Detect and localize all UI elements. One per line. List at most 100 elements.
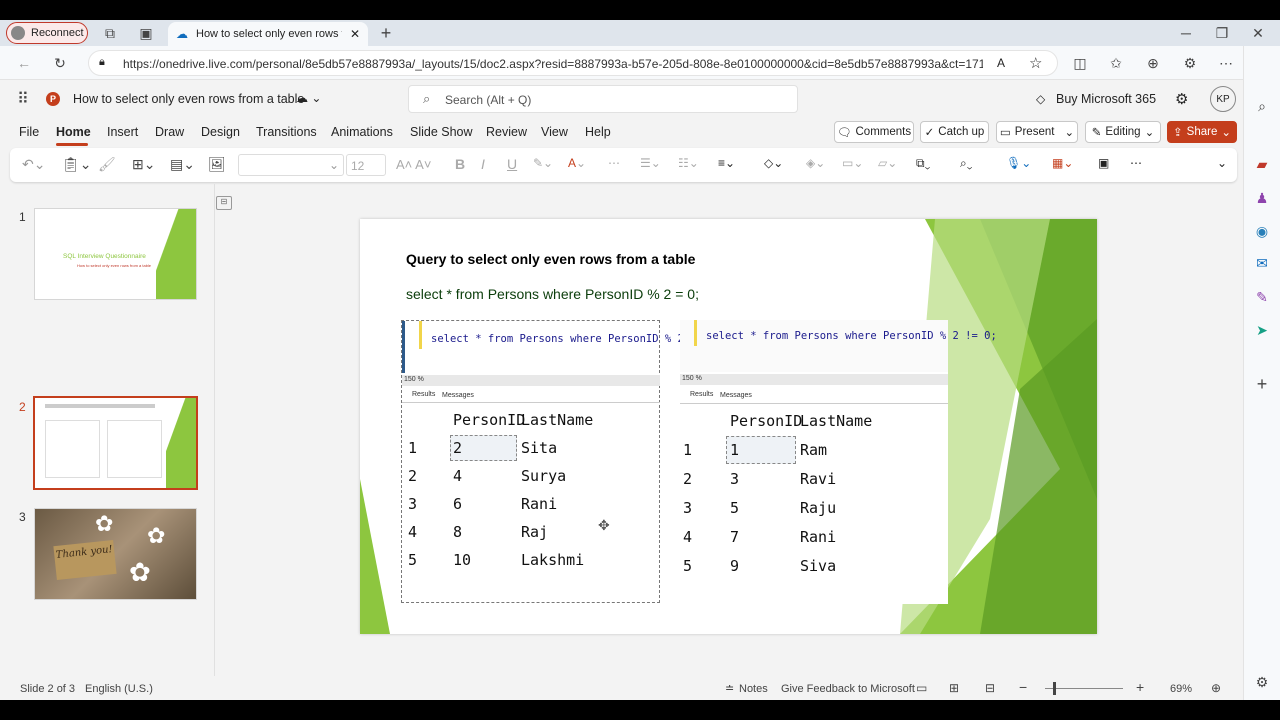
more-icon[interactable]: ⋯	[1216, 54, 1236, 72]
split-screen-icon[interactable]: ◫	[1070, 54, 1090, 72]
tab-view[interactable]: View	[541, 125, 568, 139]
extensions-icon[interactable]: ⚙	[1180, 54, 1200, 72]
app-launcher-icon[interactable]: ⠿	[14, 90, 32, 108]
font-color-icon[interactable]: A⌄	[568, 156, 586, 170]
normal-view-icon[interactable]: ▭	[916, 681, 927, 695]
slide-canvas[interactable]: Query to select only even rows from a ta…	[360, 219, 1097, 634]
fill-icon[interactable]: ◈⌄	[806, 156, 825, 170]
slide-thumbnail-1[interactable]: SQL Interview Questionnaire How to selec…	[34, 208, 197, 300]
avatar[interactable]: KP	[1210, 86, 1236, 112]
designer-icon[interactable]: ✎	[1252, 287, 1272, 307]
workspaces-icon[interactable]: ⧉	[100, 24, 120, 42]
font-family-select[interactable]: ⌄	[238, 154, 344, 176]
highlight-icon[interactable]: ✎⌄	[533, 156, 553, 170]
settings-icon[interactable]: ⚙	[1175, 90, 1188, 108]
collections-icon[interactable]: ⊕	[1143, 54, 1163, 72]
share-button[interactable]: ⇪ Share ⌄	[1167, 121, 1237, 143]
effects-icon[interactable]: ▱⌄	[878, 156, 897, 170]
editing-button[interactable]: ✎ Editing ⌄	[1085, 121, 1161, 143]
close-tab-icon[interactable]: ✕	[350, 27, 360, 41]
align-icon[interactable]: ≡⌄	[718, 156, 735, 170]
tools-icon[interactable]: ▰	[1252, 154, 1272, 174]
zoom-slider[interactable]	[1045, 682, 1123, 695]
bold-icon[interactable]: B	[455, 156, 465, 172]
reconnect-button[interactable]: Reconnect	[6, 22, 88, 44]
slide-query[interactable]: select * from Persons where PersonID % 2…	[406, 286, 699, 302]
back-icon[interactable]: ←	[14, 54, 34, 72]
close-window-icon[interactable]: ✕	[1248, 24, 1268, 42]
restore-icon[interactable]: ❐	[1212, 24, 1232, 42]
shapes-icon[interactable]: ◇⌄	[764, 156, 783, 170]
read-aloud-icon[interactable]: A	[997, 56, 1005, 70]
collapse-ribbon-icon[interactable]: ⌄	[1217, 156, 1227, 170]
games-icon[interactable]: ♟	[1252, 188, 1272, 208]
bullets-icon[interactable]: ☰⌄	[640, 156, 661, 170]
tab-slideshow[interactable]: Slide Show	[410, 125, 473, 139]
more-font-icon[interactable]: ⋯	[608, 156, 620, 170]
layout-icon[interactable]: ▤⌄	[170, 156, 195, 173]
favorite-icon[interactable]: ☆	[1029, 54, 1042, 72]
left-query-screenshot[interactable]: select * from Persons where PersonID % 2…	[401, 320, 715, 603]
tab-actions-icon[interactable]: ▣	[136, 24, 156, 42]
tab-help[interactable]: Help	[585, 125, 611, 139]
tab-animations[interactable]: Animations	[331, 125, 393, 139]
collapse-pane-icon[interactable]: ⊟	[216, 196, 232, 210]
tab-design[interactable]: Design	[201, 125, 240, 139]
zoom-level[interactable]: 69%	[1170, 683, 1192, 695]
doc-title[interactable]: How to select only even rows from a tabl…	[73, 92, 304, 106]
addins-icon[interactable]: ▣	[1098, 156, 1109, 170]
designer-ribbon-icon[interactable]: ▦⌄	[1052, 156, 1073, 170]
new-tab-icon[interactable]: +	[376, 23, 396, 43]
active-tab[interactable]: ☁ How to select only even rows fro ✕	[168, 22, 368, 46]
search-sidebar-icon[interactable]: ⌕	[1252, 96, 1272, 116]
zoom-out-icon[interactable]: −	[1019, 679, 1027, 695]
font-grow-icon[interactable]: A˄ A˅	[396, 157, 431, 172]
dictate-icon[interactable]: 🎙︎⌄	[1006, 156, 1031, 170]
zoom-in-icon[interactable]: +	[1136, 679, 1144, 695]
slide-title[interactable]: Query to select only even rows from a ta…	[406, 251, 695, 267]
notes-button[interactable]: Notes	[739, 683, 768, 695]
outlook-icon[interactable]: ✉	[1252, 253, 1272, 273]
tab-transitions[interactable]: Transitions	[256, 125, 317, 139]
catchup-button[interactable]: ✓ Catch up	[920, 121, 989, 143]
fit-slide-icon[interactable]: ⊕	[1211, 681, 1221, 695]
tab-home[interactable]: Home	[56, 125, 91, 139]
slide-thumbnail-3[interactable]: ✿ ✿ ✿ Thank you!	[34, 508, 197, 600]
numbering-icon[interactable]: ☷⌄	[678, 156, 699, 170]
font-size-select[interactable]: 12	[346, 154, 386, 176]
send-icon[interactable]: ➤	[1252, 320, 1272, 340]
underline-icon[interactable]: U	[507, 156, 517, 172]
tab-file[interactable]: File	[19, 125, 39, 139]
autosave-icon[interactable]: ☁ ⌄	[296, 91, 321, 105]
minimize-icon[interactable]: ─	[1176, 24, 1196, 42]
find-icon[interactable]: ⌕⌄	[960, 156, 972, 171]
tab-review[interactable]: Review	[486, 125, 527, 139]
zoom-thumb[interactable]	[1053, 682, 1056, 695]
office-icon[interactable]: ◉	[1252, 221, 1272, 241]
reading-view-icon[interactable]: ⊟	[985, 681, 995, 695]
picture-icon[interactable]: 🖼︎	[208, 156, 226, 173]
slide-thumbnail-2[interactable]	[33, 396, 198, 490]
right-query-screenshot[interactable]: select * from Persons where PersonID % 2…	[680, 320, 997, 604]
comments-button[interactable]: 🗨︎ Comments	[834, 121, 914, 143]
present-button[interactable]: ▭ Present ⌄	[996, 121, 1078, 143]
arrange-icon[interactable]: ⧉⌄	[916, 156, 930, 171]
outline-icon[interactable]: ▭⌄	[842, 156, 863, 170]
paste-icon[interactable]: 📋︎⌄	[62, 156, 92, 173]
refresh-icon[interactable]: ↻	[50, 54, 70, 72]
overflow-icon[interactable]: ⋯	[1130, 156, 1142, 170]
format-painter-icon[interactable]: 🖌︎	[98, 156, 116, 173]
tab-insert[interactable]: Insert	[107, 125, 138, 139]
tab-draw[interactable]: Draw	[155, 125, 184, 139]
feedback-link[interactable]: Give Feedback to Microsoft	[781, 683, 915, 695]
address-field[interactable]: 🔒︎ https://onedrive.live.com/personal/8e…	[88, 50, 1058, 76]
sorter-view-icon[interactable]: ⊞	[949, 681, 959, 695]
language[interactable]: English (U.S.)	[85, 683, 153, 695]
sidebar-settings-icon[interactable]: ⚙	[1252, 672, 1272, 692]
italic-icon[interactable]: I	[481, 156, 485, 172]
add-sidebar-icon[interactable]: +	[1252, 374, 1272, 394]
buy-m365-link[interactable]: Buy Microsoft 365	[1056, 92, 1156, 106]
new-slide-icon[interactable]: ⊞⌄	[132, 156, 155, 173]
undo-icon[interactable]: ↶⌄	[22, 156, 45, 173]
favorites-icon[interactable]: ✩	[1106, 54, 1126, 72]
